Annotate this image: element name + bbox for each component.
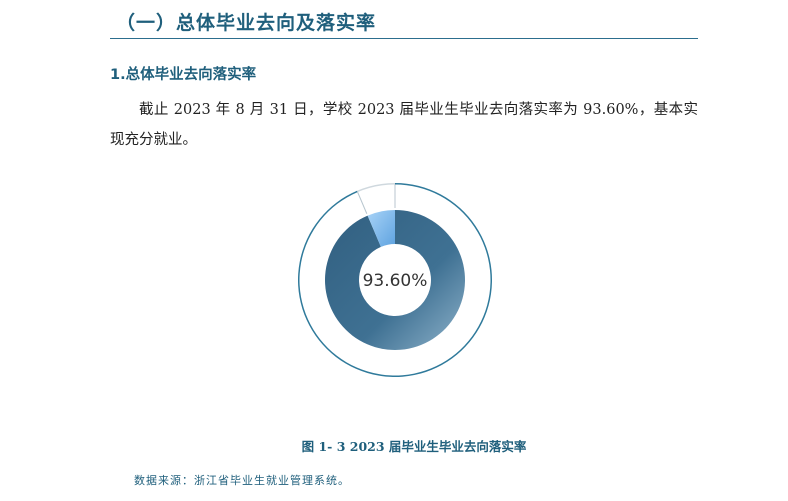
donut-chart: 93.60% [292,183,498,381]
donut-center-label: 93.60% [362,271,428,291]
connector-line-start [357,191,368,214]
body-paragraph: 截止 2023 年 8 月 31 日，学校 2023 届毕业生毕业去向落实率为 … [110,102,698,148]
sub-heading: 1.总体毕业去向落实率 [110,67,257,83]
outer-ring-remainder-arc [357,183,395,193]
section-divider [110,38,698,39]
section-heading: （一）总体毕业去向及落实率 [116,12,377,34]
figure-caption: 图 1- 3 2023 届毕业生毕业去向落实率 [301,439,527,454]
source-note: 数据来源：浙江省毕业生就业管理系统。 [134,474,350,487]
